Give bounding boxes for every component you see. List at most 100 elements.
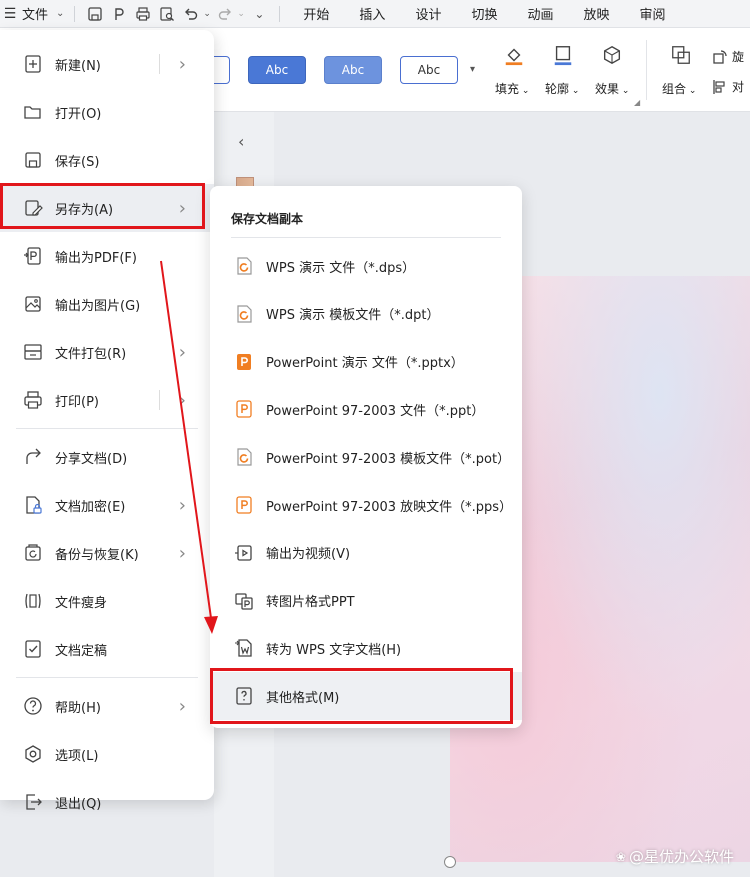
file-menu-item[interactable]: 输出为图片(G) xyxy=(0,280,214,328)
file-menu-label: 文件 xyxy=(22,8,49,23)
file-menu-item-label: 备份与恢复(K) xyxy=(55,547,139,563)
file-menu-item[interactable]: 新建(N) › xyxy=(0,40,214,88)
group-icon[interactable] xyxy=(668,42,694,68)
tab-slideshow[interactable]: 放映 xyxy=(568,4,624,23)
outline-icon[interactable] xyxy=(550,42,576,68)
file-menu-item[interactable]: 分享文档(D) xyxy=(0,433,214,481)
tab-home[interactable]: 开始 xyxy=(288,4,344,23)
file-menu-item[interactable]: 保存(S) xyxy=(0,136,214,184)
save-format-item[interactable]: PowerPoint 97-2003 放映文件（*.pps） xyxy=(210,481,522,529)
undo-dropdown-icon[interactable]: ⌄ xyxy=(203,9,213,19)
save-format-item[interactable]: PowerPoint 97-2003 文件（*.ppt） xyxy=(210,385,522,433)
file-menu-item-label: 分享文档(D) xyxy=(55,451,128,467)
file-menu-item-label: 输出为PDF(F) xyxy=(55,250,137,266)
folder-open-icon xyxy=(22,101,44,123)
ribbon-expand-icon[interactable]: ◢ xyxy=(634,98,640,107)
file-menu-item-label: 选项(L) xyxy=(55,748,99,764)
file-menu-item-label: 帮助(H) xyxy=(55,700,101,716)
file-menu-item-label: 输出为图片(G) xyxy=(55,298,141,314)
video-export-icon xyxy=(233,542,255,564)
shape-style-option[interactable]: Abc xyxy=(400,56,458,84)
file-menu-item[interactable]: 打开(O) xyxy=(0,88,214,136)
chevron-right-icon[interactable]: › xyxy=(179,54,186,75)
file-menu-item[interactable]: 文档加密(E) › xyxy=(0,481,214,529)
toolbar-separator xyxy=(74,5,76,22)
file-menu-item[interactable]: 退出(Q) xyxy=(0,778,214,826)
effect-button[interactable]: 效果 ⌄ xyxy=(595,80,629,97)
redo-icon[interactable] xyxy=(213,2,237,26)
chevron-right-icon[interactable]: › xyxy=(179,543,186,564)
file-menu-button[interactable]: 文件 ⌄ xyxy=(20,2,70,26)
backup-icon xyxy=(22,542,44,564)
outline-label: 轮廓 xyxy=(545,82,570,96)
tab-transition[interactable]: 切换 xyxy=(456,4,512,23)
save-icon[interactable] xyxy=(83,2,107,26)
group-button[interactable]: 组合 ⌄ xyxy=(662,80,696,97)
tab-insert[interactable]: 插入 xyxy=(344,4,400,23)
save-format-item[interactable]: PowerPoint 演示 文件（*.pptx） xyxy=(210,338,522,386)
styles-more-icon[interactable]: ▾ xyxy=(470,64,475,75)
tab-design[interactable]: 设计 xyxy=(400,4,456,23)
file-menu-item[interactable]: 打印(P) › xyxy=(0,376,214,424)
fill-bucket-icon[interactable] xyxy=(501,42,527,68)
file-menu-item-label: 文件瘦身 xyxy=(55,595,108,611)
save-format-label: WPS 演示 模板文件（*.dpt） xyxy=(266,308,440,324)
chevron-right-icon[interactable]: › xyxy=(179,390,186,411)
export-pdf-icon[interactable] xyxy=(107,2,131,26)
file-menu-item[interactable]: 选项(L) xyxy=(0,730,214,778)
chevron-right-icon[interactable]: › xyxy=(179,342,186,363)
pps-icon xyxy=(233,494,255,516)
save-format-item[interactable]: WPS 演示 模板文件（*.dpt） xyxy=(210,290,522,338)
save-format-label: 输出为视频(V) xyxy=(266,547,351,563)
chevron-down-icon: ⌄ xyxy=(56,8,65,19)
more-chevron-icon[interactable]: ⌄ xyxy=(247,2,271,26)
chevron-right-icon[interactable]: › xyxy=(179,495,186,516)
menu-divider xyxy=(16,428,198,429)
chevron-right-icon[interactable]: › xyxy=(179,696,186,717)
print-icon[interactable] xyxy=(131,2,155,26)
pdf-export-icon xyxy=(22,245,44,267)
group-label: 组合 xyxy=(662,82,687,96)
tab-animation[interactable]: 动画 xyxy=(512,4,568,23)
save-format-label: 转为 WPS 文字文档(H) xyxy=(266,642,402,658)
outline-button[interactable]: 轮廓 ⌄ xyxy=(545,80,579,97)
save-format-item[interactable]: 转图片格式PPT xyxy=(210,577,522,625)
resize-handle[interactable] xyxy=(444,856,456,868)
file-menu-item-label: 新建(N) xyxy=(55,58,101,74)
fill-button[interactable]: 填充 ⌄ xyxy=(495,80,529,97)
save-format-item[interactable]: WPS 演示 文件（*.dps） xyxy=(210,242,522,290)
save-format-item[interactable]: 输出为视频(V) xyxy=(210,529,522,577)
effect-label: 效果 xyxy=(595,82,620,96)
ppt-icon xyxy=(233,398,255,420)
rotate-label: 旋 xyxy=(732,50,745,64)
slim-file-icon xyxy=(22,590,44,612)
tab-review[interactable]: 审阅 xyxy=(625,4,681,23)
finalize-icon xyxy=(22,638,44,660)
file-menu-item[interactable]: 文件瘦身 xyxy=(0,577,214,625)
save-format-item[interactable]: PowerPoint 97-2003 模板文件（*.pot） xyxy=(210,433,522,481)
file-menu-item[interactable]: 帮助(H) › xyxy=(0,682,214,730)
save-format-item[interactable]: 转为 WPS 文字文档(H) xyxy=(210,624,522,672)
shape-style-option[interactable]: Abc xyxy=(324,56,382,84)
submenu-title: 保存文档副本 xyxy=(231,212,304,226)
file-menu-item[interactable]: 输出为PDF(F) xyxy=(0,232,214,280)
new-file-icon xyxy=(22,53,44,75)
file-menu-item[interactable]: 文件打包(R) › xyxy=(0,328,214,376)
hamburger-menu-icon[interactable]: ☰ xyxy=(0,6,20,22)
redo-dropdown-icon[interactable]: ⌄ xyxy=(237,9,247,19)
highlight-other-format xyxy=(210,668,513,724)
effect-cube-icon[interactable] xyxy=(599,42,625,68)
print-icon xyxy=(22,389,44,411)
save-format-label: 转图片格式PPT xyxy=(266,595,355,611)
save-format-label: PowerPoint 演示 文件（*.pptx） xyxy=(266,356,464,372)
file-menu-item[interactable]: 备份与恢复(K) › xyxy=(0,529,214,577)
rotate-button[interactable]: 旋 xyxy=(712,48,744,65)
shape-style-option[interactable]: Abc xyxy=(248,56,306,84)
align-button[interactable]: 对 xyxy=(712,78,744,95)
file-menu-item[interactable]: 文档定稿 xyxy=(0,625,214,673)
collapse-pane-icon[interactable]: ‹ xyxy=(238,132,244,151)
undo-icon[interactable] xyxy=(179,2,203,26)
print-preview-icon[interactable] xyxy=(155,2,179,26)
watermark-logo-icon: ❀ xyxy=(615,849,626,864)
pot-icon xyxy=(233,446,255,468)
